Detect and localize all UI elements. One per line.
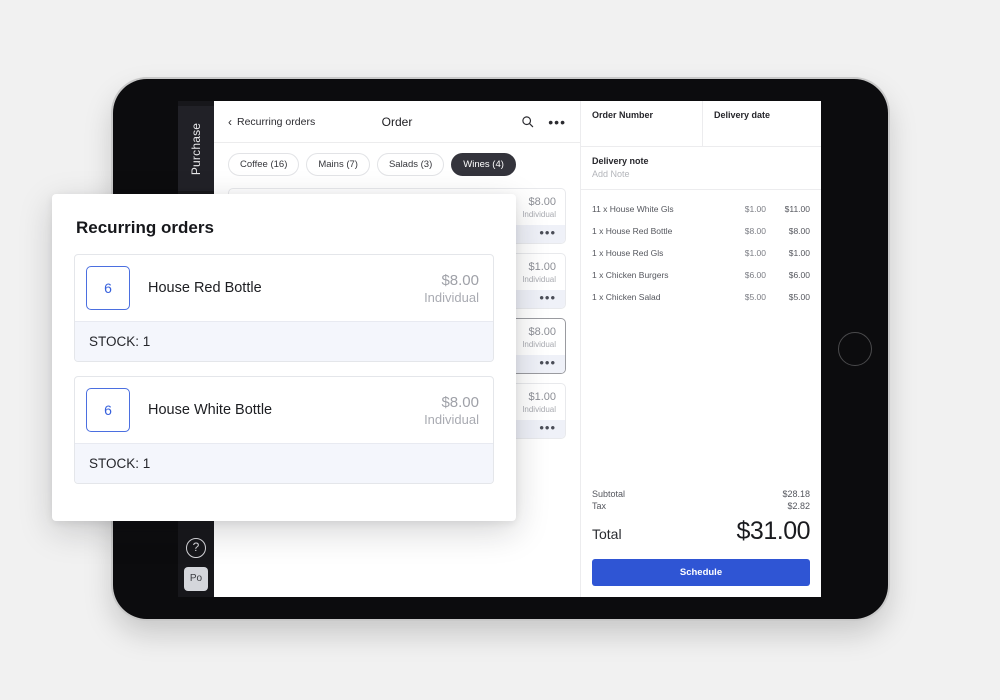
- purchase-tab-label: Purchase: [189, 122, 203, 175]
- subtotal-value: $28.18: [782, 489, 810, 499]
- subtotal-label: Subtotal: [592, 489, 626, 499]
- order-panel: Order Number Delivery date Delivery note…: [580, 101, 821, 597]
- line-item-name: 1 x House Red Bottle: [592, 226, 673, 236]
- recurring-order-card[interactable]: 6 House White Bottle $8.00 Individual ST…: [74, 376, 494, 484]
- question-mark-icon[interactable]: ?: [186, 538, 206, 558]
- rail-bottom-actions: ? Po: [178, 538, 214, 597]
- recurring-order-unit: Individual: [424, 411, 479, 427]
- more-horizontal-icon[interactable]: •••: [548, 115, 566, 129]
- category-chip-salads[interactable]: Salads (3): [376, 153, 445, 176]
- delivery-date-column[interactable]: Delivery date: [703, 101, 781, 146]
- more-horizontal-icon[interactable]: •••: [539, 356, 556, 369]
- line-item-unit-price: $5.00: [744, 292, 766, 302]
- delivery-note-placeholder: Add Note: [592, 169, 630, 179]
- line-item-name: 11 x House White Gls: [592, 204, 674, 214]
- recurring-orders-modal: Recurring orders 6 House Red Bottle $8.0…: [52, 194, 516, 521]
- order-totals: Subtotal $28.18 Tax $2.82 Total $31.00: [581, 488, 821, 552]
- line-item-name: 1 x House Red Gls: [592, 248, 664, 258]
- recurring-order-price: $8.00: [441, 271, 479, 289]
- recurring-order-name: House Red Bottle: [148, 280, 262, 296]
- chevron-left-icon: ‹: [228, 114, 232, 129]
- category-chips: Coffee (16) Mains (7) Salads (3) Wines (…: [214, 143, 580, 188]
- order-line-item: 1 x Chicken Burgers $6.00 $6.00: [581, 264, 821, 286]
- line-item-total: $5.00: [788, 292, 810, 302]
- tax-label: Tax: [592, 501, 607, 511]
- product-price: $8.00: [528, 196, 556, 208]
- recurring-order-row: 6 House White Bottle $8.00 Individual: [75, 377, 493, 443]
- category-chip-mains[interactable]: Mains (7): [306, 153, 370, 176]
- schedule-button[interactable]: Schedule: [592, 559, 810, 586]
- recurring-order-card[interactable]: 6 House Red Bottle $8.00 Individual STOC…: [74, 254, 494, 362]
- stock-label: STOCK: 1: [75, 321, 493, 361]
- topbar: ‹ Recurring orders Order •••: [214, 101, 580, 143]
- line-item-unit-price: $1.00: [744, 204, 766, 214]
- screenshot-stage: Purchase ? Po ‹ Recurring orders Order •…: [0, 0, 1000, 700]
- modal-title: Recurring orders: [76, 218, 214, 237]
- line-item-total: $11.00: [784, 204, 810, 214]
- product-price: $1.00: [528, 391, 556, 403]
- line-item-total: $8.00: [788, 226, 810, 236]
- stock-label: STOCK: 1: [75, 443, 493, 483]
- tax-value: $2.82: [787, 501, 810, 511]
- order-line-item: 1 x Chicken Salad $5.00 $5.00: [581, 286, 821, 308]
- total-label: Total: [592, 526, 622, 542]
- product-unit: Individual: [522, 339, 556, 349]
- grand-total-row: Total $31.00: [592, 517, 811, 546]
- more-horizontal-icon[interactable]: •••: [539, 291, 556, 304]
- order-line-item: 1 x House Red Gls $1.00 $1.00: [581, 242, 821, 264]
- order-number-column[interactable]: Order Number: [581, 101, 703, 146]
- order-line-item: 11 x House White Gls $1.00 $11.00: [581, 198, 821, 220]
- back-to-recurring-orders-link[interactable]: ‹ Recurring orders: [228, 115, 315, 129]
- order-panel-header: Order Number Delivery date: [581, 101, 821, 147]
- search-icon[interactable]: [521, 115, 534, 128]
- home-circle-icon[interactable]: [838, 332, 872, 366]
- recurring-order-unit: Individual: [424, 289, 479, 305]
- line-item-total: $1.00: [788, 248, 810, 258]
- product-price: $8.00: [528, 326, 556, 338]
- line-item-total: $6.00: [788, 270, 810, 280]
- line-item-unit-price: $8.00: [744, 226, 766, 236]
- more-horizontal-icon[interactable]: •••: [539, 421, 556, 434]
- delivery-note-field[interactable]: Delivery note Add Note: [581, 147, 821, 190]
- line-item-name: 1 x Chicken Burgers: [592, 270, 669, 280]
- product-price: $1.00: [528, 261, 556, 273]
- back-link-label: Recurring orders: [237, 115, 316, 128]
- subtotal-row: Subtotal $28.18: [592, 488, 810, 500]
- category-chip-wines[interactable]: Wines (4): [451, 153, 516, 176]
- product-unit: Individual: [522, 404, 556, 414]
- quantity-stepper[interactable]: 6: [86, 266, 130, 310]
- product-unit: Individual: [522, 274, 556, 284]
- recurring-order-price: $8.00: [441, 393, 479, 411]
- recurring-order-row: 6 House Red Bottle $8.00 Individual: [75, 255, 493, 321]
- category-chip-coffee[interactable]: Coffee (16): [228, 153, 300, 176]
- order-line-item: 1 x House Red Bottle $8.00 $8.00: [581, 220, 821, 242]
- topbar-actions: •••: [521, 115, 566, 129]
- order-line-items: 11 x House White Gls $1.00 $11.00 1 x Ho…: [581, 190, 821, 488]
- delivery-note-label: Delivery note: [592, 156, 649, 166]
- quantity-stepper[interactable]: 6: [86, 388, 130, 432]
- line-item-unit-price: $6.00: [744, 270, 766, 280]
- total-value: $31.00: [736, 517, 811, 545]
- recurring-order-price-block: $8.00 Individual: [424, 272, 479, 305]
- line-item-unit-price: $1.00: [744, 248, 766, 258]
- recurring-order-price-block: $8.00 Individual: [424, 394, 479, 427]
- avatar[interactable]: Po: [184, 567, 208, 591]
- product-unit: Individual: [522, 209, 556, 219]
- sidebar-item-purchase[interactable]: Purchase: [178, 106, 214, 191]
- more-horizontal-icon[interactable]: •••: [539, 226, 556, 239]
- line-item-name: 1 x Chicken Salad: [592, 292, 661, 302]
- recurring-order-name: House White Bottle: [148, 402, 273, 418]
- tax-row: Tax $2.82: [592, 500, 810, 512]
